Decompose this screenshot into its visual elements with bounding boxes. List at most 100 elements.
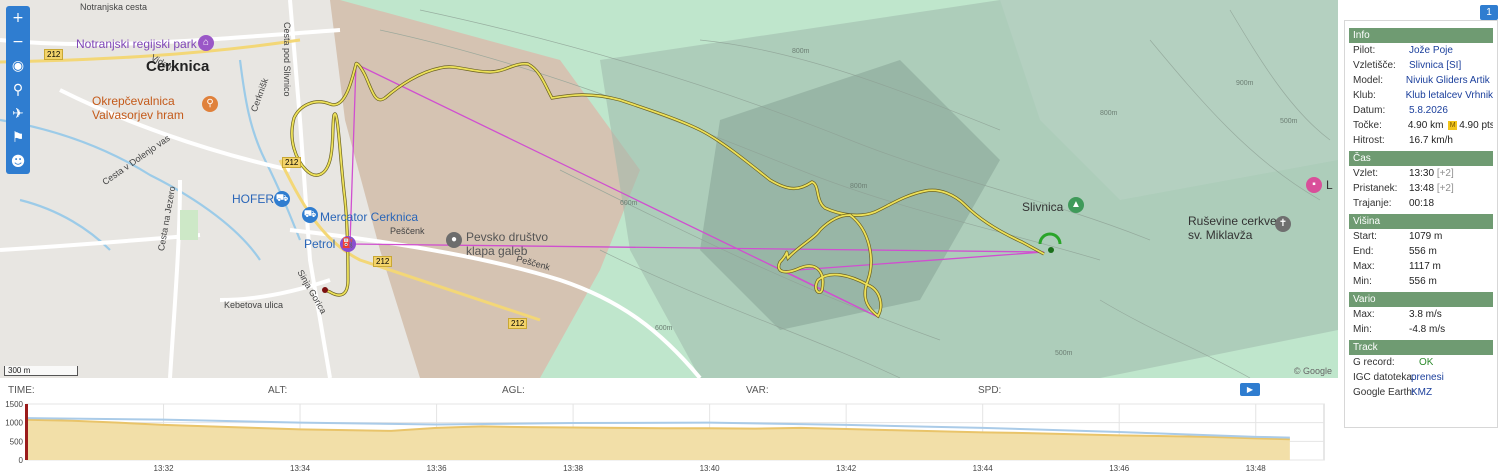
hofer-label[interactable]: HOFER bbox=[232, 192, 274, 206]
takeoff-point bbox=[1048, 247, 1054, 253]
alt-min-value: 556 m bbox=[1409, 276, 1437, 287]
landing-marker bbox=[322, 287, 328, 293]
music-icon[interactable]: ● bbox=[446, 232, 462, 248]
alt-end-value: 556 m bbox=[1409, 246, 1437, 257]
map-view[interactable]: Notranjska cesta Notranjski regijski par… bbox=[0, 0, 1338, 378]
alt-max-value: 1117 m bbox=[1409, 261, 1441, 272]
alt-start-value: 1079 m bbox=[1409, 231, 1443, 242]
x-tick-label: 13:36 bbox=[427, 464, 448, 473]
landing-time-label: Pristanek: bbox=[1353, 183, 1398, 194]
vario-max-row: Max: 3.8 m/s bbox=[1349, 307, 1493, 322]
altitude-chart[interactable]: 0 500 1000 1500 13:32 13:34 13:36 13:38 13:40 13:… bbox=[0, 399, 1334, 473]
takeoff-site-link[interactable]: Slivnica [SI] bbox=[1409, 58, 1461, 73]
takeoff-time-row: Vzlet: 13:30 [+2] bbox=[1349, 166, 1493, 181]
kmz-download-link[interactable]: KMZ bbox=[1411, 385, 1432, 400]
club-label: Klub: bbox=[1353, 90, 1376, 101]
contour-label: 800m bbox=[1100, 110, 1118, 117]
pilot-link[interactable]: Jože Poje bbox=[1409, 43, 1453, 58]
park-icon[interactable]: ⌂ bbox=[198, 35, 214, 51]
church-icon[interactable]: ✝ bbox=[1275, 216, 1291, 232]
club-row: Klub: Klub letalcev Vrhnika bbox=[1349, 88, 1493, 103]
town-label[interactable]: Cerknica bbox=[146, 58, 209, 75]
takeoff-time-value: 13:30 bbox=[1409, 168, 1435, 179]
church-label[interactable]: Ruševine cerkve sv. Miklavža bbox=[1188, 214, 1280, 242]
flag-icon[interactable]: ⚑ bbox=[6, 126, 30, 150]
contour-label: 800m bbox=[850, 183, 868, 190]
peak-label[interactable]: Slivnica bbox=[1022, 200, 1063, 214]
street-label: Kebetova ulica bbox=[224, 300, 284, 310]
restaurant-icon[interactable]: ⚲ bbox=[202, 96, 218, 112]
petrol-label[interactable]: Petrol bbox=[304, 237, 335, 251]
park-label[interactable]: Notranjski regijski park bbox=[76, 37, 197, 51]
date-label: Datum: bbox=[1353, 105, 1386, 116]
contour-label: 600m bbox=[655, 325, 673, 332]
shop-icon[interactable]: ⛟ bbox=[274, 191, 290, 207]
zoom-out-icon[interactable]: − bbox=[6, 30, 30, 54]
play-icon[interactable]: ▶ bbox=[1240, 383, 1260, 396]
section-vario-header: Vario bbox=[1349, 292, 1493, 307]
takeoff-time-label: Vzlet: bbox=[1353, 168, 1379, 179]
g-record-row: G record: OK bbox=[1349, 355, 1493, 370]
alt-start-row: Start: 1079 m bbox=[1349, 229, 1493, 244]
google-earth-label: Google Earth: bbox=[1353, 387, 1415, 398]
choir-label[interactable]: Pevsko društvo klapa galeb bbox=[466, 230, 566, 258]
restaurant-label[interactable]: Okrepčevalnica Valvasorjev hram bbox=[92, 94, 202, 122]
alt-max-label: Max: bbox=[1353, 261, 1375, 272]
street-label: Notranjska cesta bbox=[80, 2, 148, 12]
x-tick-label: 13:48 bbox=[1246, 464, 1267, 473]
igc-label: IGC datoteka: bbox=[1353, 372, 1415, 383]
y-tick-label: 1000 bbox=[5, 419, 23, 428]
poi-icon[interactable]: ▪ bbox=[1306, 177, 1322, 193]
road-number: 212 bbox=[282, 157, 302, 168]
group-icon[interactable]: ☻ bbox=[6, 150, 30, 174]
section-altitude-header: Višina bbox=[1349, 214, 1493, 229]
igc-row: IGC datoteka: prenesi bbox=[1349, 370, 1493, 385]
duration-value: 00:18 bbox=[1409, 198, 1435, 209]
road-number: 212 bbox=[373, 256, 393, 267]
date-row: Datum: 5.8.2026 bbox=[1349, 103, 1493, 118]
takeoff-timezone: [+2] bbox=[1436, 168, 1454, 179]
map-toolbar: + − ◉ ⚲ ✈ ⚑ ☻ bbox=[6, 6, 30, 174]
g-record-label: G record: bbox=[1353, 357, 1395, 368]
contour-label: 500m bbox=[1280, 118, 1298, 125]
duration-label: Trajanje: bbox=[1353, 198, 1392, 209]
x-tick-label: 13:46 bbox=[1109, 464, 1130, 473]
x-tick-label: 13:38 bbox=[563, 464, 584, 473]
pilot-row: Pilot: Jože Poje bbox=[1349, 43, 1493, 58]
model-row: Model: Niviuk Gliders Artik 6 bbox=[1349, 73, 1493, 88]
alt-min-label: Min: bbox=[1353, 276, 1372, 287]
airplane-icon[interactable]: ✈ bbox=[6, 102, 30, 126]
duration-row: Trajanje: 00:18 bbox=[1349, 196, 1493, 211]
green-area bbox=[180, 210, 198, 240]
mercator-label[interactable]: Mercator Cerknica bbox=[320, 210, 418, 224]
points-label: Točke: bbox=[1353, 120, 1382, 131]
landing-timezone: [+2] bbox=[1436, 183, 1454, 194]
date-link[interactable]: 5.8.2026 bbox=[1409, 103, 1448, 118]
igc-download-link[interactable]: prenesi bbox=[1411, 370, 1444, 385]
shop-icon[interactable]: ⛟ bbox=[302, 207, 318, 223]
zoom-in-icon[interactable]: + bbox=[6, 6, 30, 30]
alt-end-row: End: 556 m bbox=[1349, 244, 1493, 259]
alt-min-row: Min: 556 m bbox=[1349, 274, 1493, 289]
contour-label: 600m bbox=[620, 200, 638, 207]
alt-max-row: Max: 1117 m bbox=[1349, 259, 1493, 274]
map-canvas[interactable] bbox=[0, 0, 1338, 378]
model-link[interactable]: Niviuk Gliders Artik 6 bbox=[1406, 73, 1493, 88]
location-icon[interactable]: ◉ bbox=[6, 54, 30, 78]
model-label: Model: bbox=[1353, 75, 1384, 86]
y-tick-label: 0 bbox=[19, 456, 24, 465]
edge-poi-label[interactable]: L bbox=[1326, 178, 1333, 192]
y-tick-label: 1500 bbox=[5, 400, 23, 409]
section-time-header: Čas bbox=[1349, 151, 1493, 166]
street-label: Cesta pod Slivnico bbox=[282, 22, 292, 97]
time-cursor bbox=[25, 404, 28, 460]
pin-icon[interactable]: ⚲ bbox=[6, 78, 30, 102]
mountain-icon[interactable]: ▲ bbox=[1068, 197, 1084, 213]
club-link[interactable]: Klub letalcev Vrhnika bbox=[1406, 88, 1493, 103]
page-badge[interactable]: 1 bbox=[1480, 5, 1498, 20]
vario-min-row: Min: -4.8 m/s bbox=[1349, 322, 1493, 337]
vario-max-value: 3.8 m/s bbox=[1409, 309, 1442, 320]
vario-max-label: Max: bbox=[1353, 309, 1375, 320]
alt-readout: ALT: bbox=[268, 385, 288, 396]
fuel-icon[interactable]: ⛽ bbox=[340, 236, 356, 252]
